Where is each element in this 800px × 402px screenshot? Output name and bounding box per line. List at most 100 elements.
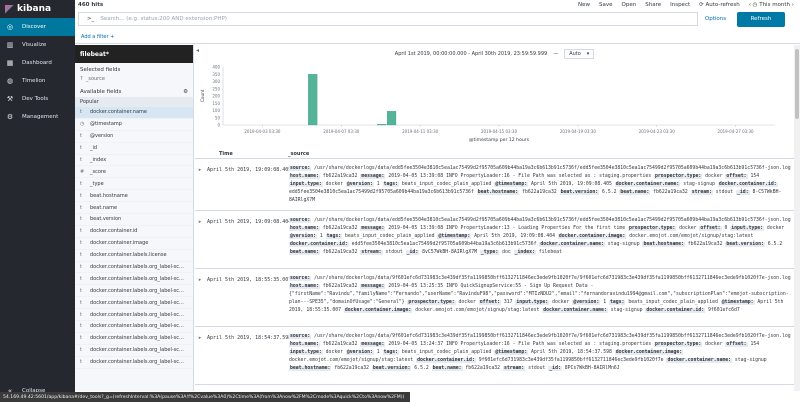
expand-row-icon[interactable]: ▸ [195, 211, 205, 268]
source-field-key: beat.hostname: [289, 366, 332, 371]
field-item[interactable]: t docker.container.labels.org_label-sc... [75, 333, 193, 345]
add-filter-button[interactable]: Add a filter + [81, 34, 114, 40]
field-item[interactable]: t docker.container.labels.org_label-sc... [75, 285, 193, 298]
histogram-bar [308, 74, 318, 126]
expand-row-icon[interactable]: ▸ [195, 159, 205, 210]
histogram-chart[interactable]: 0 50 100 150 200 250 300 350 400 2019-04-03 03:30… [195, 63, 785, 147]
source-field-value: 154 [747, 174, 760, 179]
source-field-value: beats_input_codec_plain_applied [399, 350, 492, 355]
vertical-scrollbar[interactable] [794, 45, 800, 391]
source-field-key: docker.container.image: [343, 308, 413, 313]
field-item[interactable]: t docker.container.labels.license [75, 250, 193, 262]
x-tick-label: 2019-04-11 03:30 [402, 129, 439, 134]
field-item[interactable]: t docker.container.labels.org_label-sc... [75, 297, 193, 310]
menu-open[interactable]: Open [622, 2, 637, 8]
nav-item-management[interactable]: ⚙ Management [0, 108, 75, 126]
field-item[interactable]: # _score [75, 166, 193, 179]
refresh-button[interactable]: Refresh [737, 11, 785, 27]
field-item[interactable]: t _type [75, 178, 193, 191]
settings-gear-icon[interactable]: ⚙ [183, 89, 188, 95]
source-field-value: stdout [382, 250, 403, 255]
field-name: docker.container.labels.org_label-sc... [90, 299, 184, 306]
y-tick-label: 100 [212, 108, 220, 113]
kibana-logo[interactable]: kibana [0, 0, 75, 18]
table-row[interactable]: ▸ April 5th 2019, 18:54:37.598 source: /us… [195, 327, 794, 385]
table-row[interactable]: ▸ April 5th 2019, 18:55:35.007 source: /us… [195, 269, 794, 327]
source-column-header[interactable]: _source [288, 151, 309, 157]
source-field-value: docker.emojot.com/emojot/signup/stag:lat… [289, 358, 414, 363]
source-field-value: April 5th 2019, 18:54:37.598 [528, 350, 612, 355]
top-bar: 460 hits New Save Open Share Inspect ⟳ Auto-r… [75, 0, 800, 10]
source-field-value: 154 [747, 342, 760, 347]
auto-refresh-button[interactable]: ⟳ Auto-refresh [699, 2, 740, 8]
field-item[interactable]: t docker.container.labels.org_label-sc... [75, 309, 193, 322]
search-input[interactable]: >_ Search... (e.g. status:200 AND extens… [78, 12, 698, 26]
field-item[interactable]: t docker.container.labels.org_label-sc... [75, 321, 193, 333]
x-tick-label: 2019-04-27 03:30 [718, 129, 755, 134]
source-field-value: /usr/share/dockerlogs/data/9f601efc6d731… [311, 334, 791, 339]
field-name: docker.container.labels.org_label-sc... [90, 347, 184, 354]
source-field-key: prospector.type: [628, 226, 677, 231]
field-item[interactable]: t docker.container.id [75, 226, 193, 238]
field-type-icon: t [80, 311, 82, 318]
source-field-key: input.type: [289, 350, 323, 355]
field-item[interactable]: t beat.version [75, 214, 193, 226]
source-field-key: @timestamp: [494, 182, 529, 187]
field-item[interactable]: ◷ @timestamp [75, 119, 193, 131]
source-field-key: beat.version: [559, 190, 600, 195]
nav-item-visualize[interactable]: ▥ Visualize [0, 36, 75, 54]
left-nav: kibana ◎ Discover ▥ Visualize ▦ Dashboard ◍ Tim… [0, 0, 75, 402]
available-fields-title: Available fields [80, 89, 122, 95]
source-field-key: docker.container.image: [557, 234, 627, 239]
selected-field-source[interactable]: ? _source [75, 75, 193, 85]
source-field-key: offset: [725, 342, 748, 347]
source-field-key: docker.container.name: [542, 308, 608, 313]
field-item[interactable]: t docker.container.image [75, 238, 193, 250]
field-item[interactable]: t _index [75, 155, 193, 167]
time-column-header[interactable]: Time [195, 151, 288, 157]
field-item[interactable]: t _id [75, 143, 193, 155]
field-type-icon: t [80, 228, 82, 235]
source-field-value: /usr/share/dockerlogs/data/edd5fee3504e3… [311, 166, 791, 171]
scrollbar-thumb[interactable] [795, 49, 799, 119]
source-field-key: docker.container.id: [645, 308, 706, 313]
field-item[interactable]: t docker.container.name [75, 107, 193, 119]
nav-item-timelion[interactable]: ◍ Timelion [0, 72, 75, 90]
field-item[interactable]: t @version [75, 131, 193, 143]
source-field-value: /usr/share/dockerlogs/data/9f601efc6d731… [311, 276, 791, 281]
source-field-value: edd5fee3504e3810c5ea1ac75499d2f95705a609… [289, 190, 474, 195]
x-tick-label: 2019-04-15 03:30 [481, 129, 518, 134]
nav-item-label: Discover [22, 24, 46, 30]
time-picker-button[interactable]: ‹ ◷ This month › [749, 2, 794, 8]
x-tick-label: 2019-04-19 03:30 [560, 129, 597, 134]
nav-item-dev-tools[interactable]: ⚒ Dev Tools [0, 90, 75, 108]
menu-inspect[interactable]: Inspect [670, 2, 690, 8]
index-pattern-selector[interactable]: filebeat* [75, 45, 193, 63]
nav-item-discover[interactable]: ◎ Discover [0, 18, 75, 36]
field-item[interactable]: t beat.hostname [75, 190, 193, 203]
nav-item-label: Timelion [22, 78, 46, 84]
row-source: source: /usr/share/dockerlogs/data/edd5f… [289, 159, 794, 210]
source-field-key: @version: [572, 300, 601, 305]
field-item[interactable]: t beat.name [75, 202, 193, 215]
expand-row-icon[interactable]: ▸ [195, 269, 205, 326]
nav-item-dashboard[interactable]: ▦ Dashboard [0, 54, 75, 72]
field-name: @version [90, 133, 114, 140]
expand-row-icon[interactable]: ▸ [195, 327, 205, 384]
source-field-value: 1 [600, 300, 607, 305]
menu-save[interactable]: Save [599, 2, 613, 8]
interval-select[interactable]: Auto ▾ [564, 49, 595, 59]
menu-new[interactable]: New [578, 2, 590, 8]
nav-right-icon[interactable]: › [790, 2, 794, 8]
field-item[interactable]: t docker.container.labels.org_label-sc... [75, 345, 193, 357]
source-field-value: 8vC57WkBH-8AIRlgX7M [419, 250, 477, 255]
y-tick-label: 400 [212, 65, 220, 70]
table-row[interactable]: ▸ April 5th 2019, 19:09:08.405 source: /us… [195, 159, 794, 211]
field-item[interactable]: t docker.container.labels.org_label-sc... [75, 273, 193, 286]
field-item[interactable]: t docker.container.labels.org_label-sc... [75, 357, 193, 369]
source-field-value: docker.emojot.com/emojot/signup/stag:lat… [626, 234, 754, 239]
table-row[interactable]: ▸ April 5th 2019, 19:09:08.404 source: /us… [195, 211, 794, 269]
menu-share[interactable]: Share [645, 2, 661, 8]
field-item[interactable]: t docker.container.labels.org_label-sc... [75, 262, 193, 274]
options-button[interactable]: Options [698, 16, 733, 22]
